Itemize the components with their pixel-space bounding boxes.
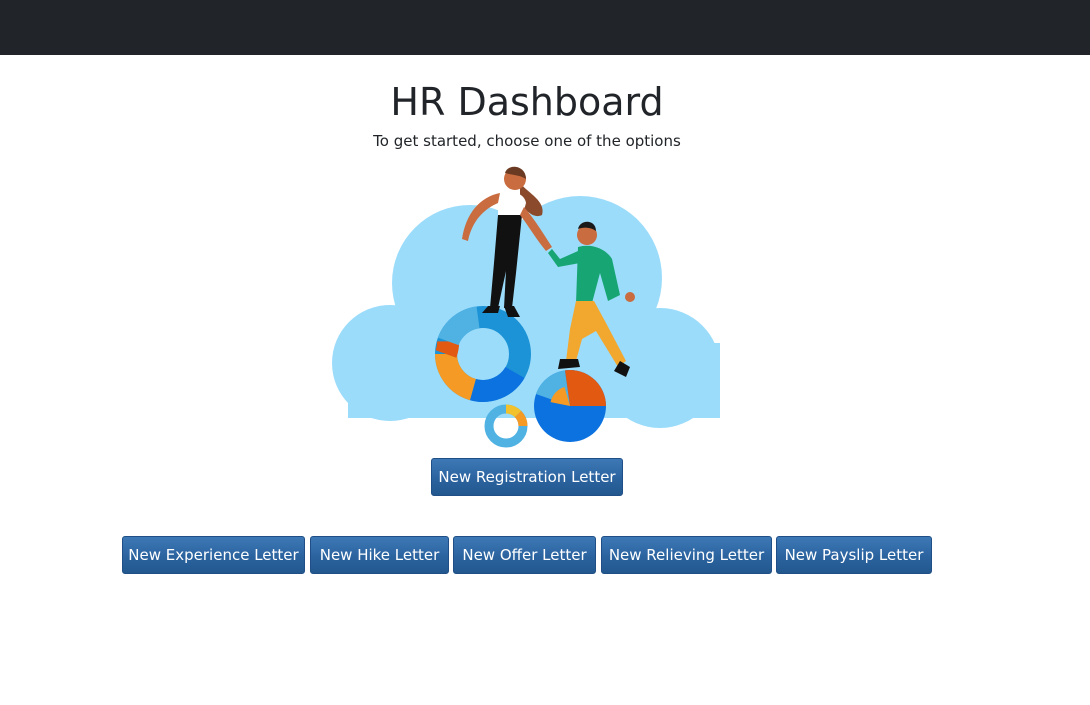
cloud-shape	[332, 196, 720, 428]
new-payslip-letter-button[interactable]: New Payslip Letter	[776, 536, 932, 574]
new-offer-letter-button[interactable]: New Offer Letter	[453, 536, 596, 574]
page-subtitle: To get started, choose one of the option…	[373, 132, 681, 150]
new-registration-letter-button[interactable]: New Registration Letter	[431, 458, 623, 496]
new-relieving-letter-button[interactable]: New Relieving Letter	[601, 536, 772, 574]
top-navbar	[0, 0, 1090, 55]
new-hike-letter-button[interactable]: New Hike Letter	[310, 536, 449, 574]
page-title: HR Dashboard	[390, 80, 664, 124]
new-experience-letter-button[interactable]: New Experience Letter	[122, 536, 305, 574]
pie-chart	[534, 370, 606, 442]
team-analytics-illustration	[332, 166, 720, 448]
